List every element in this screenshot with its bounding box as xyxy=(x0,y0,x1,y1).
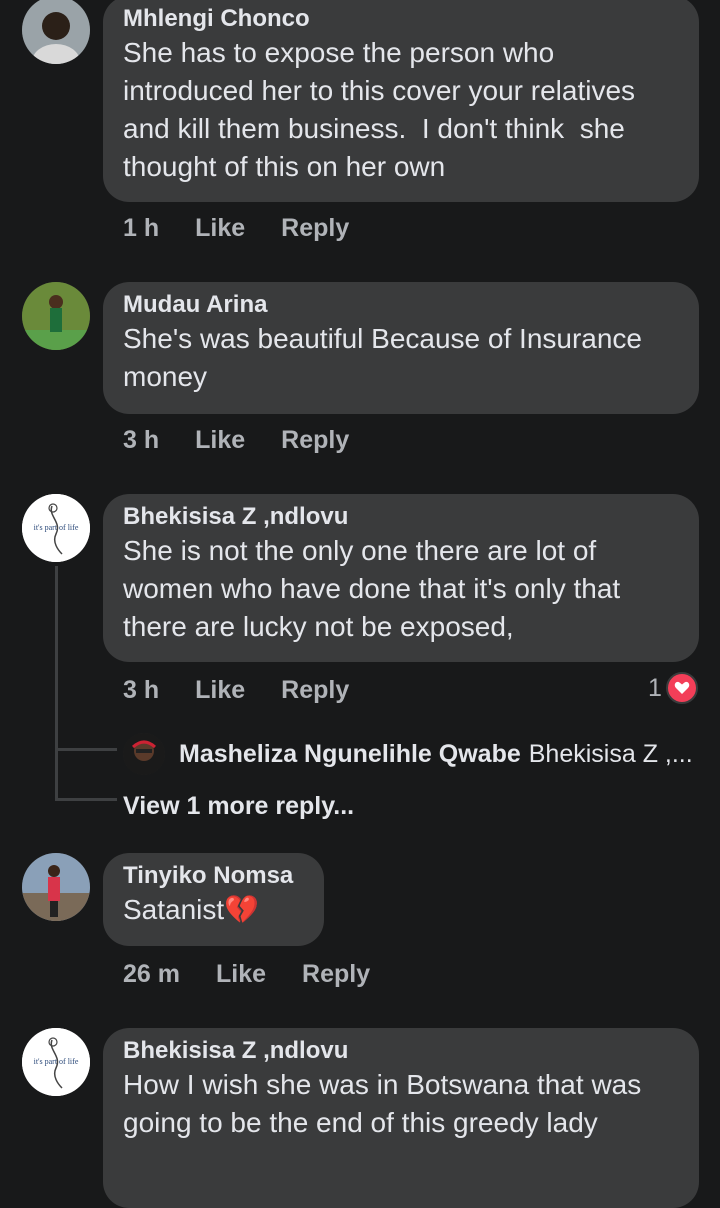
profile-photo-icon xyxy=(22,0,90,64)
comment-bubble: Mudau Arina She's was beautiful Because … xyxy=(103,282,699,414)
reply-preview[interactable]: Masheliza Ngunelihle Qwabe Bhekisisa Z ,… xyxy=(123,733,693,775)
comment-timestamp[interactable]: 1 h xyxy=(123,214,159,243)
view-more-replies-link[interactable]: View 1 more reply... xyxy=(123,792,354,821)
avatar[interactable]: it's part of life xyxy=(22,1028,90,1096)
comment-actions: 3 h Like Reply xyxy=(123,426,349,455)
profile-photo-icon xyxy=(22,282,90,350)
comment-author[interactable]: Bhekisisa Z ,ndlovu xyxy=(123,1036,679,1066)
thread-line xyxy=(55,566,58,798)
logo-avatar-icon: it's part of life xyxy=(22,1028,90,1096)
comment-text: She's was beautiful Because of Insurance… xyxy=(123,323,650,392)
comment-actions: 3 h Like Reply xyxy=(123,676,349,705)
heart-icon xyxy=(665,672,698,704)
logo-avatar-icon: it's part of life xyxy=(22,494,90,562)
comment-text: She has to expose the person who introdu… xyxy=(123,37,643,182)
avatar[interactable] xyxy=(22,0,90,64)
reply-button[interactable]: Reply xyxy=(302,960,370,989)
comment-author[interactable]: Tinyiko Nomsa xyxy=(123,861,304,891)
thread-branch xyxy=(55,748,117,751)
reply-text: Bhekisisa Z ,... xyxy=(528,739,693,768)
reaction-count[interactable]: 1 xyxy=(648,672,698,704)
comment-timestamp[interactable]: 3 h xyxy=(123,676,159,705)
avatar[interactable] xyxy=(22,282,90,350)
reply-author[interactable]: Masheliza Ngunelihle Qwabe xyxy=(179,740,521,769)
comment-author[interactable]: Mudau Arina xyxy=(123,290,679,320)
like-button[interactable]: Like xyxy=(195,214,245,243)
comment-text: Satanist💔 xyxy=(123,894,260,925)
comment-actions: 1 h Like Reply xyxy=(123,214,349,243)
like-button[interactable]: Like xyxy=(216,960,266,989)
avatar[interactable] xyxy=(22,853,90,921)
reply-button[interactable]: Reply xyxy=(281,426,349,455)
avatar[interactable] xyxy=(123,733,165,775)
comment-bubble: Bhekisisa Z ,ndlovu She is not the only … xyxy=(103,494,699,662)
comment-bubble: Bhekisisa Z ,ndlovu How I wish she was i… xyxy=(103,1028,699,1208)
thread-branch xyxy=(55,798,117,801)
reaction-number: 1 xyxy=(648,673,662,702)
comment-actions: 26 m Like Reply xyxy=(123,960,370,989)
comment-timestamp[interactable]: 3 h xyxy=(123,426,159,455)
comment-bubble: Tinyiko Nomsa Satanist💔 xyxy=(103,853,324,946)
profile-photo-icon xyxy=(123,733,165,775)
like-button[interactable]: Like xyxy=(195,426,245,455)
reply-button[interactable]: Reply xyxy=(281,214,349,243)
comment-author[interactable]: Mhlengi Chonco xyxy=(123,4,679,34)
profile-photo-icon xyxy=(22,853,90,921)
comment-author[interactable]: Bhekisisa Z ,ndlovu xyxy=(123,502,679,532)
comment-text: She is not the only one there are lot of… xyxy=(123,535,628,642)
like-button[interactable]: Like xyxy=(195,676,245,705)
avatar[interactable]: it's part of life xyxy=(22,494,90,562)
reply-button[interactable]: Reply xyxy=(281,676,349,705)
comment-text: How I wish she was in Botswana that was … xyxy=(123,1069,650,1138)
svg-text:it's part of life: it's part of life xyxy=(34,523,79,532)
comment-timestamp[interactable]: 26 m xyxy=(123,960,180,989)
svg-text:it's part of life: it's part of life xyxy=(34,1057,79,1066)
comment-bubble: Mhlengi Chonco She has to expose the per… xyxy=(103,0,699,202)
